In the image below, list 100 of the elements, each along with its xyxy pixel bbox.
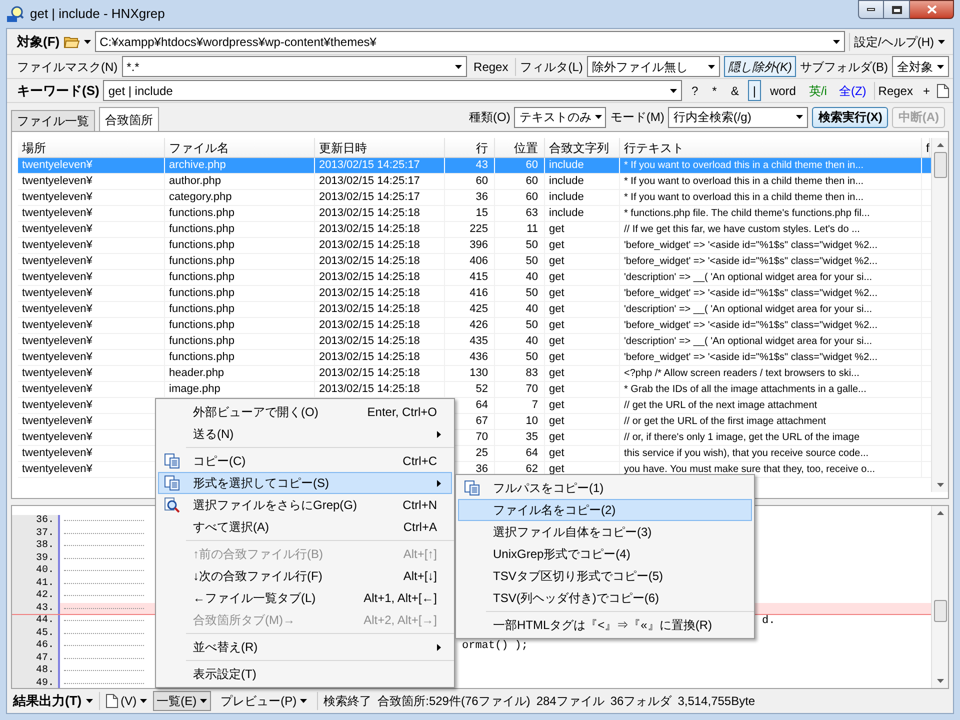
line-number: 38. xyxy=(12,540,58,552)
table-row[interactable]: twentyeleven¥ functions.php 2013/02/15 14:25:18 425 40 get 'description' => __( 'An optional widget area for your si... xyxy=(18,302,931,318)
column-header[interactable]: 行 xyxy=(445,138,495,157)
output-menu[interactable]: 結果出力(T) xyxy=(13,691,93,711)
column-header[interactable]: ファイル名 xyxy=(165,138,315,157)
menu-item[interactable]: ←ファイル一覧タブ(L) Alt+1, Alt+[←] xyxy=(158,587,452,609)
menu-item[interactable]: TSVタブ区切り形式でコピー(5) xyxy=(458,565,752,587)
settings-help-menu[interactable]: 設定/ヘルプ(H) xyxy=(849,32,949,50)
menu-item[interactable]: 一部HTMLタグは『<』⇒『«』に置換(R) xyxy=(458,614,752,636)
table-cell-text: twentyeleven¥ xyxy=(22,286,92,302)
app-logo-icon xyxy=(6,5,24,23)
search-option-toggle[interactable]: ? xyxy=(686,80,704,101)
menu-item[interactable]: 選択ファイルをさらにGrep(G) Ctrl+N xyxy=(158,494,452,516)
line-number: 43. xyxy=(12,602,58,614)
case-option-toggle[interactable]: 英/i xyxy=(804,80,831,101)
column-header[interactable]: 更新日時 xyxy=(315,138,445,157)
table-cell-text: 2013/02/15 14:25:18 xyxy=(319,254,420,270)
menu-item[interactable]: 形式を選択してコピー(S) xyxy=(158,472,452,494)
preview-toggle[interactable]: プレビュー(P) xyxy=(216,691,311,711)
table-cell-text: archive.php xyxy=(169,158,226,174)
table-cell-text: 'before_widget' => '<aside id="%1$s" class="widget %2... xyxy=(624,319,878,333)
column-header[interactable]: 位置 xyxy=(495,138,545,157)
regex-button[interactable]: Regex xyxy=(874,82,916,100)
minimize-button[interactable] xyxy=(858,0,884,19)
subfolder-dropdown[interactable]: 全対象 xyxy=(892,56,949,77)
maximize-button[interactable] xyxy=(884,0,910,19)
case-option-toggle[interactable]: 全(Z) xyxy=(834,80,870,101)
search-option-toggle[interactable]: * xyxy=(707,80,722,101)
line-number: 41. xyxy=(12,578,58,590)
table-cell-text: 2013/02/15 14:25:17 xyxy=(319,190,420,206)
target-path-dropdown[interactable]: C:¥xampp¥htdocs¥wordpress¥wp-content¥themes¥ xyxy=(94,31,845,52)
table-cell-text: twentyeleven¥ xyxy=(22,446,92,462)
column-header[interactable]: f xyxy=(922,138,930,157)
table-cell-text: twentyeleven¥ xyxy=(22,398,92,414)
view-menu[interactable]: (V) xyxy=(98,692,147,710)
column-header[interactable]: 場所 xyxy=(18,138,165,157)
table-row[interactable]: twentyeleven¥ functions.php 2013/02/15 14:25:18 435 40 get 'description' => __( 'An optional widget area for your si... xyxy=(18,334,931,350)
column-header[interactable]: 行テキスト xyxy=(620,138,922,157)
table-row[interactable]: twentyeleven¥ functions.php 2013/02/15 14:25:18 225 11 get // If we get this far, we have custom styles. Let's do ... xyxy=(18,222,931,238)
keyword-dropdown[interactable]: get | include xyxy=(103,80,682,101)
table-row[interactable]: twentyeleven¥ author.php 2013/02/15 14:25:17 60 60 include * If you want to overload this in a child theme then in... xyxy=(18,174,931,190)
table-row[interactable]: twentyeleven¥ category.php 2013/02/15 14:25:17 36 60 include * If you want to overload this in a child theme then in... xyxy=(18,190,931,206)
scroll-up-icon[interactable] xyxy=(936,143,944,147)
caret-icon xyxy=(86,699,93,703)
search-option-toggle[interactable]: word xyxy=(764,80,801,101)
menu-item[interactable]: UnixGrep形式でコピー(4) xyxy=(458,543,752,565)
scrollbar-thumb[interactable] xyxy=(934,152,946,178)
table-cell-text: 'before_widget' => '<aside id="%1$s" class="widget %2... xyxy=(624,351,878,365)
filter-dropdown[interactable]: 除外ファイル無し xyxy=(586,56,720,77)
folder-icon[interactable] xyxy=(64,35,80,48)
table-cell-text: header.php xyxy=(169,366,224,382)
list-toggle[interactable]: 一覧(E) xyxy=(152,691,211,711)
table-cell-text: include xyxy=(549,190,584,206)
regex-button[interactable]: Regex xyxy=(470,58,512,76)
run-search-button[interactable]: 検索実行(X) xyxy=(812,106,888,128)
scroll-down-icon[interactable] xyxy=(936,679,944,683)
table-cell-text: 52 xyxy=(476,382,488,398)
search-option-toggle[interactable]: & xyxy=(726,80,744,101)
table-cell-text: get xyxy=(549,366,564,382)
menu-item[interactable]: 並べ替え(R) xyxy=(158,636,452,658)
menu-item[interactable]: すべて選択(A) Ctrl+A xyxy=(158,516,452,538)
column-header[interactable]: 合致文字列 xyxy=(545,138,620,157)
table-row[interactable]: twentyeleven¥ functions.php 2013/02/15 14:25:18 406 50 get 'before_widget' => '<aside id="%1$s" class="widget %2... xyxy=(18,254,931,270)
table-row[interactable]: twentyeleven¥ functions.php 2013/02/15 14:25:18 436 50 get 'before_widget' => '<aside id="%1$s" class="widget %2... xyxy=(18,350,931,366)
menu-item[interactable]: ファイル名をコピー(2) xyxy=(458,499,752,521)
submenu-arrow-icon xyxy=(437,430,441,438)
table-cell-text: 50 xyxy=(526,254,538,270)
table-row[interactable]: twentyeleven¥ functions.php 2013/02/15 14:25:18 416 50 get 'before_widget' => '<aside id="%1$s" class="widget %2... xyxy=(18,286,931,302)
add-button[interactable]: + xyxy=(920,82,933,100)
table-row[interactable]: twentyeleven¥ functions.php 2013/02/15 14:25:18 415 40 get 'description' => __( 'An optional widget area for your si... xyxy=(18,270,931,286)
search-status: 検索終了 xyxy=(316,692,372,710)
tab[interactable]: ファイル一覧 xyxy=(11,110,95,131)
hidden-exclude-toggle[interactable]: 隠し除外(K) xyxy=(724,56,796,77)
search-option-toggle[interactable]: | xyxy=(748,80,761,101)
menu-item[interactable]: フルパスをコピー(1) xyxy=(458,477,752,499)
scroll-down-icon[interactable] xyxy=(936,483,944,487)
table-row[interactable]: twentyeleven¥ header.php 2013/02/15 14:25:18 130 83 get <?php /* Allow screen readers / text browsers to ski... xyxy=(18,366,931,382)
scrollbar[interactable] xyxy=(931,506,948,688)
mode-dropdown[interactable]: 行内全検索(/g) xyxy=(668,106,808,128)
tab[interactable]: 合致箇所 xyxy=(99,107,159,131)
menu-item[interactable]: 表示設定(T) xyxy=(158,663,452,685)
table-cell-text: 36 xyxy=(476,462,488,478)
scrollbar-thumb[interactable] xyxy=(934,600,946,622)
table-cell-text: functions.php xyxy=(169,302,234,318)
table-row[interactable]: twentyeleven¥ functions.php 2013/02/15 14:25:18 426 50 get 'before_widget' => '<aside id="%1$s" class="widget %2... xyxy=(18,318,931,334)
table-cell-text: 60 xyxy=(526,158,538,174)
table-row[interactable]: twentyeleven¥ functions.php 2013/02/15 14:25:18 396 50 get 'before_widget' => '<aside id="%1$s" class="widget %2... xyxy=(18,238,931,254)
scroll-up-icon[interactable] xyxy=(936,511,944,515)
scrollbar[interactable] xyxy=(931,138,948,492)
type-dropdown[interactable]: テキストのみ xyxy=(514,106,606,128)
file-mask-dropdown[interactable]: *.* xyxy=(122,56,467,77)
menu-item[interactable]: TSV(列ヘッダ付き)でコピー(6) xyxy=(458,587,752,609)
table-cell-text: 'before_widget' => '<aside id="%1$s" class="widget %2... xyxy=(624,287,878,301)
menu-item[interactable]: 選択ファイル自体をコピー(3) xyxy=(458,521,752,543)
table-cell-text: twentyeleven¥ xyxy=(22,318,92,334)
keyword-label: キーワード(S) xyxy=(17,82,100,100)
table-row[interactable]: twentyeleven¥ functions.php 2013/02/15 14:25:18 15 63 include * functions.php file. The child theme's functions.php fil... xyxy=(18,206,931,222)
close-button[interactable] xyxy=(910,0,954,19)
table-cell-text: 130 xyxy=(470,366,488,382)
menu-item[interactable]: ↓次の合致ファイル行(F) Alt+[↓] xyxy=(158,565,452,587)
